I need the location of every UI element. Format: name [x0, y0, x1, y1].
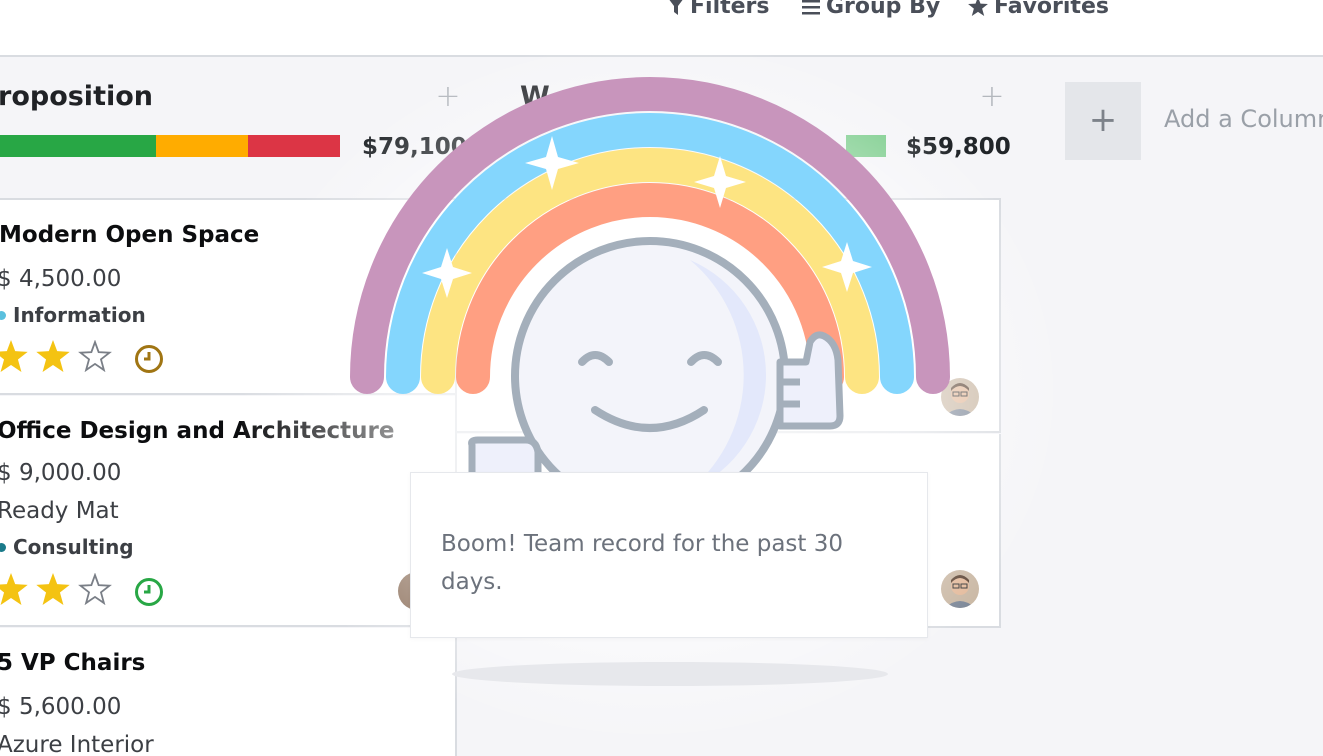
column-quick-create-button[interactable]: +	[978, 82, 1006, 112]
star-empty-icon[interactable]	[78, 340, 112, 372]
kanban-card[interactable]: 5 VP Chairs $ 5,600.00 Azure Interior	[0, 628, 455, 756]
card-company: Ready Mat	[0, 498, 119, 524]
rainbow-man-message: Boom! Team record for the past 30 days.	[441, 531, 844, 595]
activity-clock-icon[interactable]	[134, 577, 164, 607]
salesperson-avatar[interactable]	[941, 570, 979, 608]
activity-clock-icon[interactable]	[134, 344, 164, 374]
progress-segment-warning[interactable]	[156, 135, 248, 157]
tag-dot	[0, 310, 6, 320]
star-icon	[968, 0, 988, 16]
add-column-button[interactable]: +	[1065, 82, 1141, 160]
card-amount: $ 9,000.00	[0, 460, 122, 486]
column-title[interactable]: roposition	[0, 81, 153, 112]
priority-stars[interactable]	[0, 340, 112, 372]
group-by-button[interactable]: Group By	[802, 0, 940, 19]
card-tag: Information	[0, 303, 146, 327]
progress-segment-on-track[interactable]	[0, 135, 156, 157]
filters-button[interactable]: Filters	[668, 0, 770, 19]
card-tag: Consulting	[0, 535, 134, 559]
star-filled-icon[interactable]	[36, 573, 70, 605]
rainbow-man-message-box: Boom! Team record for the past 30 days.	[410, 472, 928, 638]
tag-dot	[0, 542, 6, 552]
star-filled-icon[interactable]	[0, 573, 28, 605]
favorites-label: Favorites	[994, 0, 1109, 19]
card-amount: $ 5,600.00	[0, 694, 122, 720]
list-icon	[802, 0, 820, 14]
card-company: Azure Interior	[0, 732, 154, 756]
star-filled-icon[interactable]	[0, 340, 28, 372]
priority-stars[interactable]	[0, 573, 112, 605]
star-empty-icon[interactable]	[78, 573, 112, 605]
add-column-label[interactable]: Add a Column	[1164, 105, 1323, 133]
filters-label: Filters	[690, 0, 770, 19]
card-amount: $ 4,500.00	[0, 266, 122, 292]
rainbow-man-icon	[350, 77, 950, 500]
card-name: Modern Open Space	[0, 222, 260, 248]
favorites-button[interactable]: Favorites	[968, 0, 1109, 19]
control-panel: Filters Group By Favorites	[0, 0, 1323, 57]
card-name: 5 VP Chairs	[0, 650, 146, 676]
group-by-label: Group By	[826, 0, 941, 19]
star-filled-icon[interactable]	[36, 340, 70, 372]
filter-icon	[669, 0, 683, 15]
tag-label: Information	[13, 303, 146, 327]
rainbow-man-shadow	[452, 662, 888, 686]
column-progress-bar[interactable]	[0, 135, 340, 157]
tag-label: Consulting	[13, 535, 134, 559]
progress-segment-overdue[interactable]	[248, 135, 340, 157]
